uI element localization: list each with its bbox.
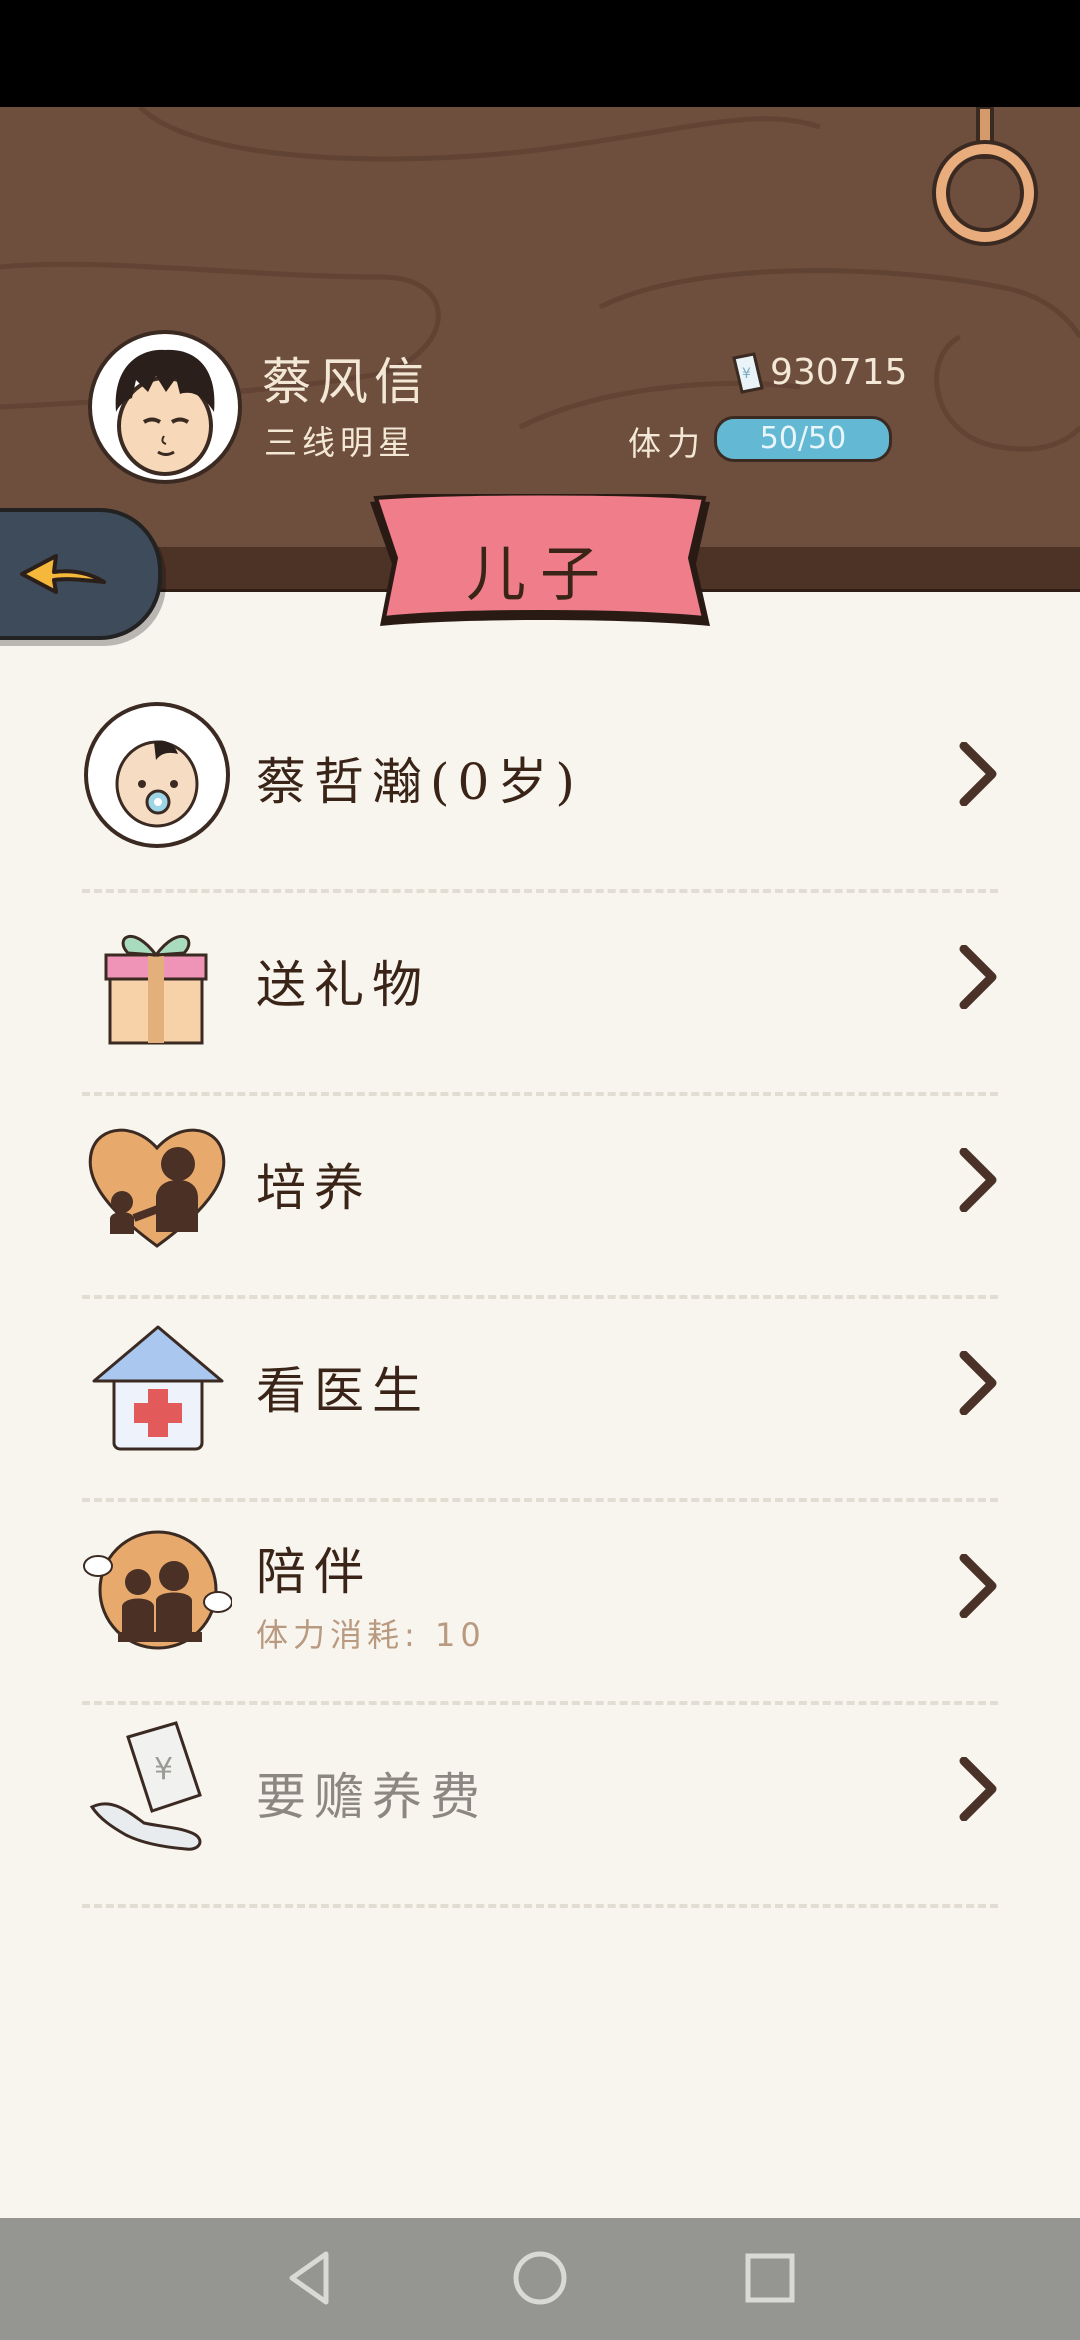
menu-item-label: 培养 (256, 1159, 372, 1217)
page-title: 儿子 (466, 540, 614, 610)
status-bar (0, 0, 1080, 107)
menu-item-label: 看医生 (256, 1362, 430, 1420)
companion-icon (83, 1530, 232, 1650)
baby-avatar-icon (84, 702, 230, 848)
chevron-right-icon (959, 742, 997, 806)
player-rank: 三线明星 (264, 423, 416, 462)
svg-text:¥: ¥ (742, 366, 751, 382)
chevron-right-icon (959, 1148, 997, 1212)
menu-item-label: 陪伴 (256, 1543, 372, 1601)
player-name: 蔡风信 (262, 353, 430, 411)
nav-back-icon[interactable] (280, 2248, 340, 2308)
hospital-icon (92, 1325, 224, 1451)
back-arrow-icon (20, 554, 106, 594)
menu-item-son-profile[interactable]: 蔡哲瀚(0岁) (82, 690, 998, 893)
back-button[interactable] (0, 508, 162, 640)
menu-item-nurture[interactable]: 培养 (82, 1096, 998, 1299)
nav-recents-icon[interactable] (740, 2248, 800, 2308)
chevron-right-icon (959, 945, 997, 1009)
money-hand-icon: ¥ (89, 1721, 202, 1851)
menu-item-send-gift[interactable]: 送礼物 (82, 893, 998, 1096)
stamina-label: 体力 (628, 424, 706, 463)
nav-home-icon[interactable] (510, 2248, 570, 2308)
chevron-right-icon (959, 1757, 997, 1821)
system-nav-bar (0, 2218, 1080, 2340)
menu-item-label: 蔡哲瀚(0岁) (256, 753, 583, 811)
menu-item-demand-support[interactable]: ¥ 要赡养费 (82, 1705, 998, 1908)
menu-item-label: 送礼物 (256, 956, 430, 1014)
hanging-ring-icon (932, 107, 1038, 246)
player-face-icon (115, 349, 215, 476)
menu-item-accompany[interactable]: 陪伴 体力消耗: 10 (82, 1502, 998, 1705)
player-avatar[interactable] (88, 330, 242, 484)
menu-item-label: 要赡养费 (256, 1768, 488, 1826)
chevron-right-icon (959, 1554, 997, 1618)
banknote-icon: ¥ (732, 352, 764, 394)
money-value: 930715 (770, 352, 908, 393)
stamina-cost-text: 体力消耗: 10 (256, 1616, 486, 1654)
svg-text:¥: ¥ (154, 1752, 173, 1787)
chevron-right-icon (959, 1351, 997, 1415)
stamina-bar: 50/50 (714, 416, 892, 462)
gift-icon (104, 934, 208, 1045)
nurture-heart-icon (88, 1128, 226, 1248)
son-menu-list: 蔡哲瀚(0岁) 送礼物 培养 看医生 陪伴 体力消耗: 10 ¥ 要赡养费 (82, 690, 998, 1908)
menu-item-see-doctor[interactable]: 看医生 (82, 1299, 998, 1502)
